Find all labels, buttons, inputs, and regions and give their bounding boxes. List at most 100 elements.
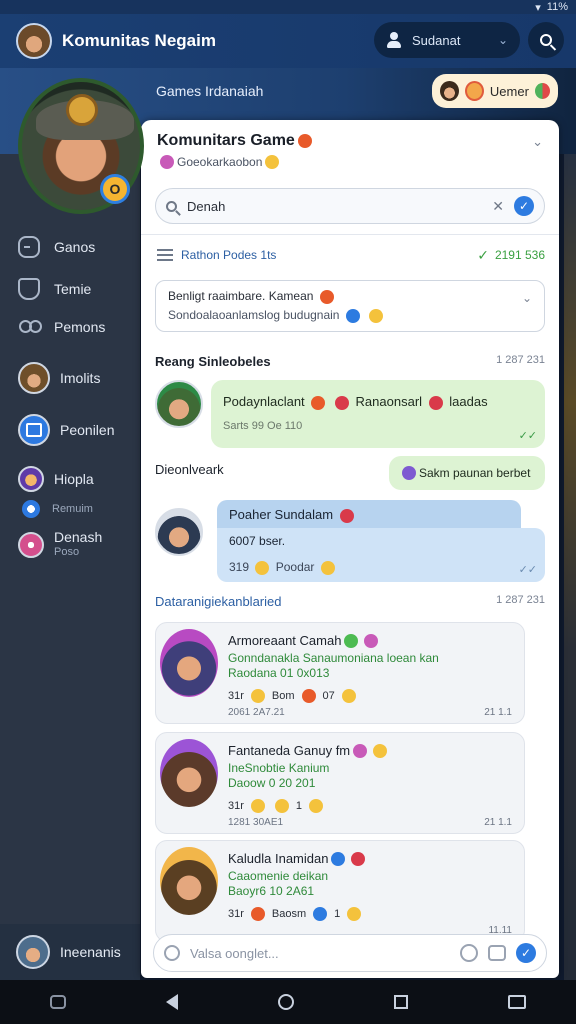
avatar — [18, 362, 50, 394]
sidebar-item-sub: Poso — [54, 546, 80, 558]
section-time: 1 287 231 — [496, 354, 545, 366]
community-panel: Komunitars Game Goeokarkaobon ⌄ Denah ✕ … — [141, 120, 559, 978]
card-desc-2: Baoyr6 10 2A61 — [228, 884, 315, 898]
emoji-icon[interactable] — [460, 944, 478, 962]
card-name: Kaludla Inamidan — [228, 851, 329, 866]
panel-header: Komunitars Game Goeokarkaobon — [157, 132, 315, 169]
message-bubble[interactable]: 6007 bser. 319 Poodar ✓✓ — [217, 528, 545, 582]
card-name: Armoreaant Camah — [228, 633, 342, 648]
smile-emoji-icon — [274, 799, 289, 813]
reaction-pill[interactable]: Uemer — [432, 74, 558, 108]
clear-icon[interactable]: ✕ — [492, 198, 504, 215]
read-ticks-icon: ✓✓ — [518, 430, 537, 442]
community-card[interactable]: Fantaneda Ganuy fm IneSnobtie Kanium Dao… — [155, 732, 525, 834]
search-button[interactable] — [528, 22, 564, 58]
community-card[interactable]: Kaludla Inamidan Caaomenie deikan Baoyr6… — [155, 840, 525, 942]
sidebar-item-label: Peonilen — [60, 422, 115, 438]
back-icon[interactable] — [166, 994, 178, 1010]
send-button[interactable]: ✓ — [516, 943, 536, 963]
section-title: Reang Sinleobeles — [155, 354, 271, 369]
sidebar-item-denash[interactable]: Denash Poso — [18, 530, 102, 560]
camera-icon[interactable] — [488, 945, 506, 961]
message-text: 6007 bser. — [229, 534, 286, 548]
fire-emoji-icon — [250, 907, 265, 921]
card-desc: IneSnobtie Kanium — [228, 761, 330, 775]
card-desc-2: Daoow 0 20 201 — [228, 776, 316, 790]
rotate-icon[interactable] — [50, 995, 66, 1009]
avatar — [160, 629, 218, 697]
avatar — [160, 847, 218, 915]
blue-emoji-icon — [331, 851, 346, 866]
card-meta: 31r — [228, 908, 244, 920]
reaction-label: Uemer — [489, 83, 529, 99]
avatar[interactable] — [155, 508, 203, 556]
sidebar-footer-profile[interactable]: Ineenanis — [0, 924, 140, 980]
dropdown-line2: Sondoalaoanlamslog budugnain — [168, 307, 340, 322]
heart-emoji-icon — [351, 851, 366, 866]
sidebar-item-temie[interactable]: Temie — [18, 278, 91, 300]
panel-search-input[interactable]: Denah ✕ ✓ — [155, 188, 545, 224]
smile-emoji-icon — [341, 689, 356, 703]
card-meta-3: 07 — [322, 690, 335, 702]
pink-emoji-icon — [353, 743, 368, 758]
gamepad-icon — [18, 236, 40, 258]
avatar — [160, 739, 218, 807]
sidebar-item-label: Pemons — [54, 319, 106, 335]
composer-placeholder: Valsa oonglet... — [190, 945, 279, 961]
sidebar-item-remuim[interactable]: Remuim — [18, 500, 93, 518]
home-icon[interactable] — [278, 994, 294, 1010]
message-composer[interactable]: Valsa oonglet... ✓ — [153, 934, 547, 972]
smile-emoji-icon — [320, 560, 335, 575]
attach-icon[interactable] — [164, 945, 180, 961]
account-selector[interactable]: Sudanat ⌄ — [374, 22, 520, 58]
sidebar: Ganos Temie Pemons Imolits Peonilen Hiop… — [0, 154, 140, 980]
flag-icon — [534, 83, 551, 99]
card-meta-2: Bom — [271, 690, 295, 702]
message-meta-2: Poodar — [275, 560, 315, 574]
background-strip — [564, 154, 576, 980]
card-date: 1281 30AE1 — [228, 817, 284, 828]
chevron-down-icon[interactable]: ⌄ — [532, 134, 543, 150]
section-title: Dataranigiekanblaried — [155, 594, 282, 609]
message-bubble-header[interactable]: Poaher Sundalam — [217, 500, 521, 530]
list-filter-row[interactable]: Rathon Podes 1ts ✓ 2191 536 — [157, 244, 545, 266]
chevron-down-icon: ⌄ — [497, 33, 508, 47]
message-header-text: Poaher Sundalam — [229, 507, 334, 522]
message-bubble[interactable]: Podaynlaclant Ranaonsarl laadas Sarts 99… — [211, 380, 545, 448]
sidebar-item-peonilen[interactable]: Peonilen — [18, 414, 115, 446]
sidebar-item-games[interactable]: Ganos — [18, 236, 95, 258]
heart-emoji-icon — [334, 395, 349, 410]
card-desc: Gonndanakla Sanaumoniana loean kan — [228, 651, 439, 665]
sidebar-item-sub: Remuim — [52, 502, 93, 515]
list-count: 2191 536 — [494, 248, 545, 262]
screen-icon[interactable] — [508, 995, 526, 1009]
footer-label: Ineenanis — [60, 944, 121, 960]
sidebar-item-pemons[interactable]: Pemons — [18, 316, 105, 338]
smile-emoji-icon — [250, 689, 265, 703]
message-text-2: Ranaonsarl — [355, 394, 423, 409]
profile-avatar[interactable] — [16, 23, 52, 59]
user-icon — [386, 32, 402, 48]
divider — [141, 234, 559, 235]
card-meta-2: Baosm — [271, 908, 307, 920]
status-indicators: ▾ 11% — [535, 0, 568, 14]
sidebar-item-imolits[interactable]: Imolits — [18, 362, 100, 394]
smile-emoji-icon — [309, 799, 324, 813]
message-text: Podaynlaclant — [223, 394, 305, 409]
card-time: 21 1.1 — [484, 707, 512, 718]
sidebar-item-hiopla[interactable]: Hiopla — [18, 466, 94, 492]
avatar — [18, 532, 44, 558]
community-card[interactable]: Armoreaant Camah Gonndanakla Sanaumonian… — [155, 622, 525, 724]
smile-emoji-icon — [250, 799, 265, 813]
recents-icon[interactable] — [394, 995, 408, 1009]
confirm-icon[interactable]: ✓ — [514, 196, 534, 216]
reply-pill[interactable]: Sakm paunan berbet — [389, 456, 545, 490]
avatar[interactable] — [155, 380, 203, 428]
list-icon — [157, 249, 173, 261]
smile-icon — [464, 81, 484, 101]
battery-text: 11% — [546, 1, 568, 13]
dropdown-card[interactable]: Benligt raaimbare. Kamean Sondoalaoanlam… — [155, 280, 545, 332]
dropdown-line1: Benligt raaimbare. Kamean — [168, 289, 314, 303]
section-time: 1 287 231 — [496, 594, 545, 606]
heart-emoji-icon — [339, 508, 354, 523]
